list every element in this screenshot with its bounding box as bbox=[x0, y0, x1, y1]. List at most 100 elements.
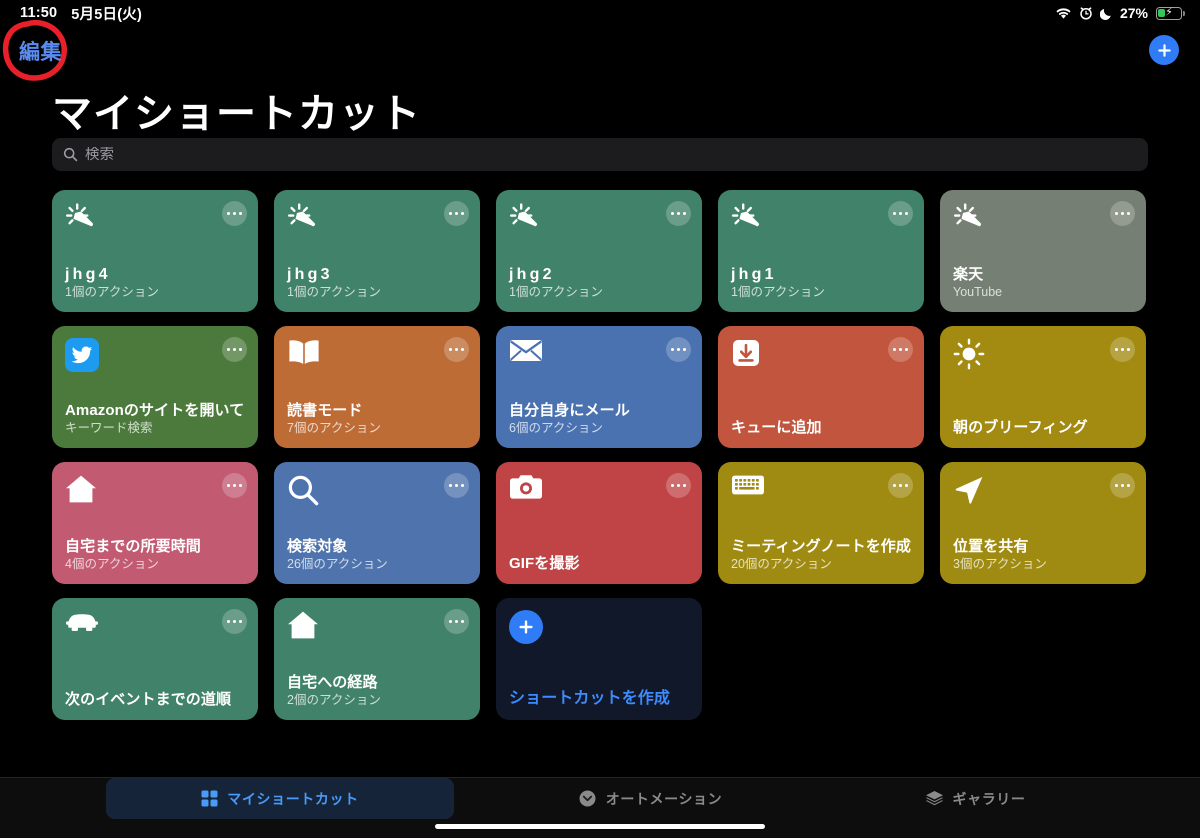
shortcut-card-subtitle: 26個のアクション bbox=[287, 557, 388, 572]
battery-charging-icon: ⚡ bbox=[1156, 6, 1185, 20]
shortcut-card[interactable]: 自宅までの所要時間 4個のアクション bbox=[52, 462, 258, 584]
shortcuts-app-screen: 11:50 5月5日(火) 27% ⚡ 編集 マイショートカット 検索 jhg4… bbox=[0, 0, 1200, 838]
ellipsis-icon[interactable] bbox=[888, 201, 913, 226]
shortcut-card-text: キューに追加 bbox=[731, 419, 911, 437]
envelope-icon bbox=[509, 338, 543, 372]
shortcut-card[interactable]: GIFを撮影 bbox=[496, 462, 702, 584]
shortcut-card[interactable]: 位置を共有 3個のアクション bbox=[940, 462, 1146, 584]
grid-squares-icon bbox=[201, 790, 218, 807]
shortcut-card-title: 読書モード bbox=[287, 402, 363, 420]
shortcut-card[interactable]: 読書モード 7個のアクション bbox=[274, 326, 480, 448]
shortcut-card[interactable]: 検索対象 26個のアクション bbox=[274, 462, 480, 584]
shortcut-card-text: 読書モード 7個のアクション bbox=[287, 402, 467, 437]
shortcut-card-subtitle: 6個のアクション bbox=[509, 421, 603, 436]
add-shortcut-button[interactable] bbox=[1149, 35, 1179, 65]
shortcut-card-title: 検索対象 bbox=[287, 538, 348, 556]
search-bar[interactable] bbox=[52, 138, 1148, 171]
shortcut-card[interactable]: jhg4 1個のアクション bbox=[52, 190, 258, 312]
shortcut-card[interactable]: キューに追加 bbox=[718, 326, 924, 448]
shortcut-card-title: 位置を共有 bbox=[953, 538, 1029, 556]
shortcut-card-text: 朝のブリーフィング bbox=[953, 419, 1133, 437]
ellipsis-icon[interactable] bbox=[1110, 473, 1135, 498]
shortcut-card-text: 次のイベントまでの道順 bbox=[65, 691, 245, 709]
do-not-disturb-moon-icon bbox=[1099, 7, 1113, 20]
shortcut-card-text: jhg4 1個のアクション bbox=[65, 265, 245, 301]
shortcut-card-text: 楽天 YouTube bbox=[953, 266, 1133, 301]
keyboard-icon bbox=[731, 474, 765, 508]
ellipsis-icon[interactable] bbox=[222, 201, 247, 226]
create-shortcut-title: ショートカットを作成 bbox=[509, 690, 671, 708]
tab-my-shortcuts[interactable]: マイショートカット bbox=[106, 778, 454, 819]
ellipsis-icon[interactable] bbox=[222, 609, 247, 634]
ellipsis-icon[interactable] bbox=[666, 201, 691, 226]
shortcut-card-text: GIFを撮影 bbox=[509, 555, 689, 573]
magic-wand-icon bbox=[287, 202, 321, 236]
shortcut-card[interactable]: jhg3 1個のアクション bbox=[274, 190, 480, 312]
battery-percent: 27% bbox=[1119, 5, 1148, 21]
shortcut-card-title: Amazonのサイトを開いて bbox=[65, 402, 245, 420]
shortcut-card[interactable]: 自宅への経路 2個のアクション bbox=[274, 598, 480, 720]
ellipsis-icon[interactable] bbox=[666, 473, 691, 498]
status-bar-left: 11:50 5月5日(火) bbox=[20, 3, 142, 24]
tab-automation-label: オートメーション bbox=[605, 790, 723, 807]
shortcut-card-subtitle: 20個のアクション bbox=[731, 557, 832, 572]
status-bar-right: 27% ⚡ bbox=[1055, 5, 1185, 21]
shortcut-card[interactable]: 楽天 YouTube bbox=[940, 190, 1146, 312]
twitter-icon bbox=[65, 338, 99, 372]
ellipsis-icon[interactable] bbox=[444, 473, 469, 498]
shortcut-card[interactable]: Amazonのサイトを開いて キーワード検索 bbox=[52, 326, 258, 448]
edit-button[interactable]: 編集 bbox=[19, 36, 62, 66]
search-icon bbox=[63, 147, 78, 162]
shortcut-card-subtitle: 7個のアクション bbox=[287, 421, 381, 436]
tab-automation[interactable]: オートメーション bbox=[540, 778, 760, 819]
plus-icon bbox=[509, 610, 543, 644]
shortcut-card-title: 自分自身にメール bbox=[509, 402, 630, 420]
car-icon bbox=[65, 610, 99, 644]
shortcut-card-subtitle: 1個のアクション bbox=[731, 285, 825, 300]
download-tray-icon bbox=[731, 338, 765, 372]
create-shortcut-text: ショートカットを作成 bbox=[509, 689, 689, 709]
ellipsis-icon[interactable] bbox=[222, 337, 247, 362]
shortcut-card-text: 検索対象 26個のアクション bbox=[287, 538, 467, 573]
shortcut-card[interactable]: jhg2 1個のアクション bbox=[496, 190, 702, 312]
ellipsis-icon[interactable] bbox=[888, 473, 913, 498]
shortcut-card-text: jhg3 1個のアクション bbox=[287, 265, 467, 301]
shortcut-card-title: 自宅までの所要時間 bbox=[65, 538, 201, 556]
tab-gallery[interactable]: ギャラリー bbox=[880, 778, 1070, 819]
status-bar: 11:50 5月5日(火) 27% ⚡ bbox=[0, 0, 1200, 26]
ellipsis-icon[interactable] bbox=[1110, 201, 1135, 226]
shortcut-card-subtitle: 2個のアクション bbox=[287, 693, 381, 708]
shortcut-card[interactable]: ミーティングノートを作成 20個のアクション bbox=[718, 462, 924, 584]
ellipsis-icon[interactable] bbox=[1110, 337, 1135, 362]
ellipsis-icon[interactable] bbox=[222, 473, 247, 498]
shortcut-card[interactable]: 次のイベントまでの道順 bbox=[52, 598, 258, 720]
ellipsis-icon[interactable] bbox=[666, 337, 691, 362]
shortcut-card[interactable]: 朝のブリーフィング bbox=[940, 326, 1146, 448]
layers-icon bbox=[925, 790, 944, 807]
shortcut-card-title: 朝のブリーフィング bbox=[953, 418, 1088, 436]
search-input[interactable] bbox=[85, 146, 1137, 163]
magic-wand-icon bbox=[65, 202, 99, 236]
shortcut-card-title: 次のイベントまでの道順 bbox=[65, 690, 232, 708]
create-shortcut-card[interactable]: ショートカットを作成 bbox=[496, 598, 702, 720]
page-title: マイショートカット bbox=[52, 92, 421, 136]
shortcut-card-title: キューに追加 bbox=[731, 418, 822, 436]
shortcut-card-title: 自宅への経路 bbox=[287, 674, 378, 692]
ellipsis-icon[interactable] bbox=[888, 337, 913, 362]
magic-wand-icon bbox=[731, 202, 765, 236]
shortcuts-grid: jhg4 1個のアクション jhg3 1個のアクション jhg2 1個のアクション j… bbox=[52, 190, 1148, 720]
ellipsis-icon[interactable] bbox=[444, 337, 469, 362]
shortcut-card-subtitle: 1個のアクション bbox=[287, 285, 381, 300]
shortcut-card-subtitle: 1個のアクション bbox=[65, 285, 159, 300]
ellipsis-icon[interactable] bbox=[444, 201, 469, 226]
sun-icon bbox=[953, 338, 987, 372]
shortcut-card-text: ミーティングノートを作成 20個のアクション bbox=[731, 538, 911, 573]
shortcut-card-title: 楽天 bbox=[953, 266, 984, 284]
shortcut-card[interactable]: 自分自身にメール 6個のアクション bbox=[496, 326, 702, 448]
shortcut-card[interactable]: jhg1 1個のアクション bbox=[718, 190, 924, 312]
ellipsis-icon[interactable] bbox=[444, 609, 469, 634]
shortcut-card-text: jhg2 1個のアクション bbox=[509, 265, 689, 301]
status-time: 11:50 bbox=[20, 5, 58, 21]
tab-my-shortcuts-label: マイショートカット bbox=[227, 790, 359, 807]
shortcut-card-subtitle: キーワード検索 bbox=[65, 421, 153, 436]
